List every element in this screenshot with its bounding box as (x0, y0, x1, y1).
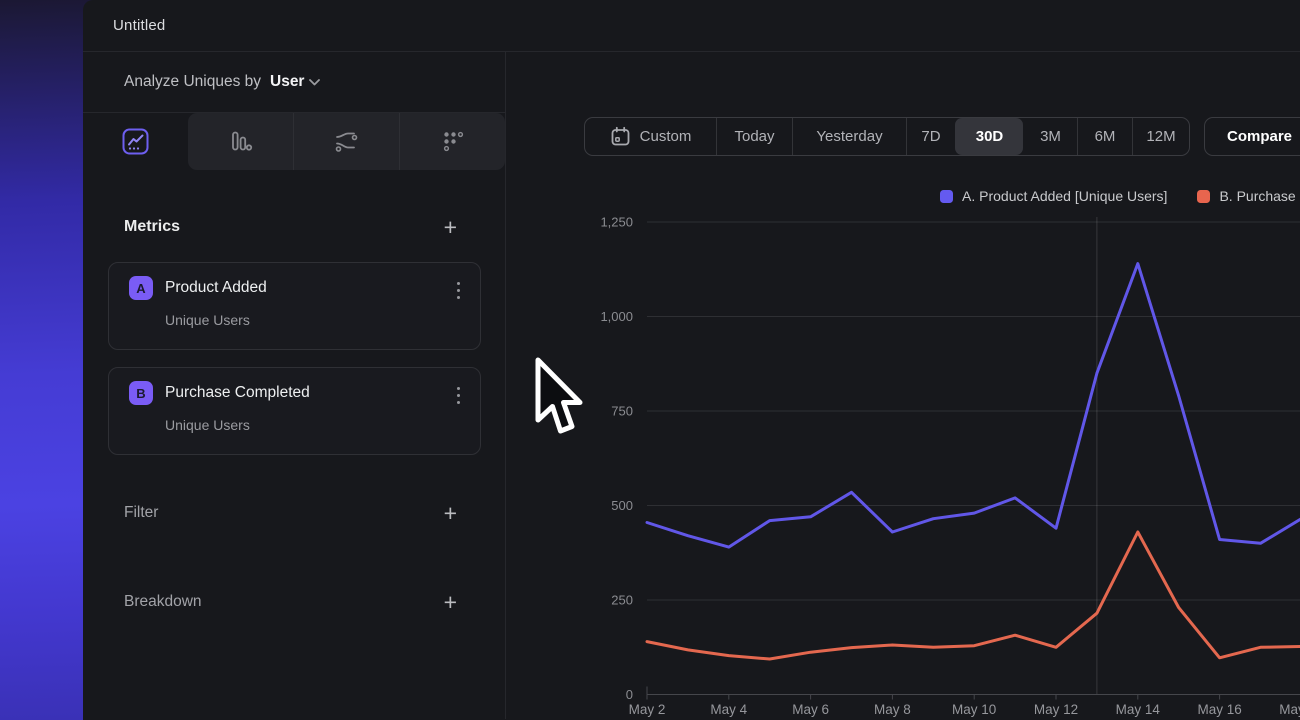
flows-icon (333, 128, 360, 155)
x-axis-tick: May 16 (1197, 702, 1241, 717)
x-axis-tick: May 14 (1116, 702, 1161, 717)
range-label: 6M (1095, 128, 1116, 145)
background-gradient (0, 0, 96, 720)
series-line (647, 532, 1300, 659)
range-label: Yesterday (816, 128, 882, 145)
analyze-row: Analyze Uniques by User (83, 52, 505, 113)
metric-badge-b: B (129, 381, 153, 405)
compare-button[interactable]: Compare (1204, 117, 1300, 156)
line-chart-icon (122, 128, 149, 155)
x-axis-tick: May 10 (952, 702, 996, 717)
y-axis-tick: 750 (611, 404, 633, 419)
y-axis-tick: 1,250 (600, 215, 633, 230)
date-range-selector: Custom Today Yesterday 7D 30D 3M 6M 12M (584, 117, 1190, 156)
y-axis-tick: 500 (611, 498, 633, 513)
range-label: 12M (1146, 128, 1175, 145)
add-metric-button[interactable]: + (444, 218, 457, 236)
breakdown-label: Breakdown (124, 593, 202, 611)
legend-swatch (1197, 190, 1210, 203)
chevron-down-icon (309, 79, 320, 86)
legend-item[interactable]: B. Purchase Completed [Unique Users] (1197, 188, 1300, 204)
bar-chart-icon (228, 129, 254, 155)
retention-grid-icon (440, 129, 466, 155)
filter-section: Filter + (83, 502, 505, 524)
series-line (647, 264, 1300, 547)
tab-flows[interactable] (293, 113, 399, 170)
metric-name: Purchase Completed (165, 384, 310, 402)
range-6m[interactable]: 6M (1077, 118, 1132, 155)
legend-item[interactable]: A. Product Added [Unique Users] (940, 188, 1167, 204)
range-label: 7D (921, 128, 940, 145)
tab-retention[interactable] (399, 113, 505, 170)
top-bar: Untitled (83, 0, 1300, 52)
metric-options-button[interactable] (455, 385, 462, 406)
metric-name: Product Added (165, 279, 267, 297)
range-label: 30D (976, 128, 1004, 145)
range-3m[interactable]: 3M (1023, 118, 1077, 155)
range-label: Today (734, 128, 774, 145)
x-axis-tick: May 8 (874, 702, 911, 717)
analyze-by-value: User (270, 73, 304, 91)
chart-panel: Custom Today Yesterday 7D 30D 3M 6M 12M Compare… (506, 52, 1300, 719)
metrics-title: Metrics (124, 218, 180, 236)
query-builder-panel: Analyze Uniques by User (83, 52, 506, 719)
legend-swatch (940, 190, 953, 203)
add-filter-button[interactable]: + (444, 504, 457, 522)
metric-options-button[interactable] (455, 280, 462, 301)
tab-bar-chart[interactable] (188, 113, 293, 170)
chart-legend: A. Product Added [Unique Users] B. Purcha… (940, 188, 1300, 204)
y-axis-tick: 1,000 (600, 309, 633, 324)
metrics-header: Metrics + (83, 216, 505, 238)
inactive-tabs-strip (188, 113, 505, 170)
range-label: Custom (640, 128, 692, 145)
metric-card-b[interactable]: B Purchase Completed Unique Users (108, 367, 481, 455)
x-axis-tick: May 18 (1279, 702, 1300, 717)
range-today[interactable]: Today (716, 118, 792, 155)
metric-card-a[interactable]: A Product Added Unique Users (108, 262, 481, 350)
analyze-by-dropdown[interactable]: User (270, 73, 320, 91)
legend-label: A. Product Added [Unique Users] (962, 188, 1167, 204)
range-label: 3M (1040, 128, 1061, 145)
report-title: Untitled (113, 17, 165, 34)
x-axis-tick: May 6 (792, 702, 829, 717)
tab-line-chart[interactable] (83, 113, 188, 170)
legend-label: B. Purchase Completed [Unique Users] (1219, 188, 1300, 204)
x-axis-tick: May 4 (710, 702, 747, 717)
app-window: Untitled Analyze Uniques by User (83, 0, 1300, 720)
y-axis-tick: 0 (626, 687, 633, 702)
range-yesterday[interactable]: Yesterday (792, 118, 906, 155)
calendar-icon (610, 126, 631, 147)
metric-subtitle[interactable]: Unique Users (165, 312, 462, 328)
range-30d[interactable]: 30D (955, 118, 1023, 155)
range-7d[interactable]: 7D (906, 118, 955, 155)
y-axis-tick: 250 (611, 593, 633, 608)
metric-subtitle[interactable]: Unique Users (165, 417, 462, 433)
x-axis-tick: May 12 (1034, 702, 1078, 717)
range-12m[interactable]: 12M (1132, 118, 1189, 155)
metric-badge-a: A (129, 276, 153, 300)
filter-label: Filter (124, 504, 158, 522)
range-custom[interactable]: Custom (585, 118, 716, 155)
add-breakdown-button[interactable]: + (444, 593, 457, 611)
chart-type-tabs (83, 113, 505, 170)
breakdown-section: Breakdown + (83, 591, 505, 613)
x-axis-tick: May 2 (629, 702, 666, 717)
analyze-label: Analyze Uniques by (124, 73, 261, 91)
